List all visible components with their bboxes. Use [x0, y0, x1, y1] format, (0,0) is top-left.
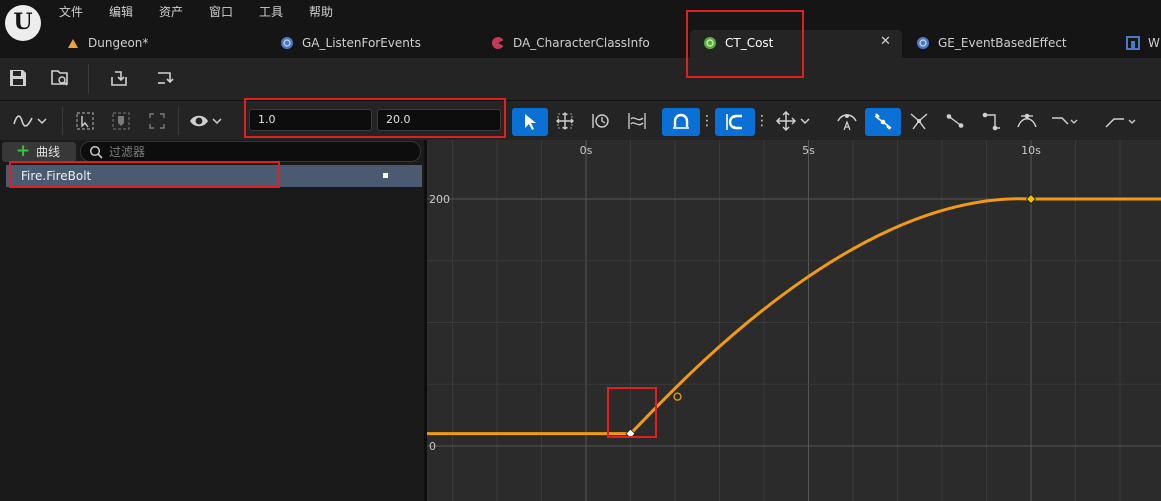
- toolbar-separator: [178, 107, 179, 135]
- chevron-down-icon[interactable]: [210, 110, 224, 132]
- filter-input[interactable]: [109, 143, 409, 160]
- toolbar-separator: [88, 64, 89, 94]
- toolbar-separator: [62, 107, 63, 135]
- search-icon: [89, 145, 103, 159]
- value-tick-label: 200: [429, 193, 450, 206]
- user-tangent-button[interactable]: [865, 108, 901, 136]
- axis-snapping-icon[interactable]: [775, 110, 797, 132]
- curve-graph-canvas[interactable]: 0s 5s 10s 200 0: [427, 140, 1161, 501]
- blueprint-icon: [917, 37, 929, 49]
- unreal-logo-icon[interactable]: U: [5, 5, 41, 41]
- linear-tangent-icon[interactable]: [944, 110, 966, 132]
- eye-icon[interactable]: [188, 110, 210, 132]
- magnet-icon: [673, 113, 689, 129]
- curve-table-icon: [704, 37, 716, 49]
- time-tick-label: 0s: [580, 144, 593, 157]
- menu-help[interactable]: 帮助: [309, 3, 333, 21]
- magnet-vertical-icon: [726, 114, 742, 130]
- tab-label: DA_CharacterClassInfo: [513, 36, 650, 50]
- active-tab-background: [690, 30, 902, 58]
- data-asset-icon: [492, 37, 505, 49]
- curve-import-icon[interactable]: [155, 68, 175, 88]
- time-tick-label: 5s: [802, 144, 815, 157]
- tab-label: GA_ListenForEvents: [302, 36, 421, 50]
- tab-label: GE_EventBasedEffect: [938, 36, 1067, 50]
- select-tool-icon[interactable]: [74, 110, 96, 132]
- curve-name: Fire.FireBolt: [21, 169, 92, 183]
- browse-to-asset-icon[interactable]: [50, 68, 70, 88]
- multi-scale-tool-icon[interactable]: [626, 110, 648, 132]
- snap-value-options-icon[interactable]: ⋮: [755, 110, 769, 134]
- add-curve-label: 曲线: [36, 145, 61, 159]
- frame-tool-icon[interactable]: [146, 110, 168, 132]
- snap-time-options-icon[interactable]: ⋮: [700, 110, 714, 134]
- tab-label: Dungeon*: [88, 36, 149, 50]
- snap-time-button[interactable]: [662, 108, 700, 136]
- post-infinity-extrap-icon[interactable]: [1104, 110, 1138, 132]
- curve-view-mode-icon[interactable]: [12, 110, 34, 132]
- add-curve-button[interactable]: + 曲线: [2, 142, 76, 162]
- save-icon[interactable]: [8, 68, 28, 88]
- menu-tools[interactable]: 工具: [259, 3, 283, 21]
- menu-edit[interactable]: 编辑: [109, 3, 133, 21]
- widget-icon: [1126, 36, 1140, 50]
- value-tick-label: 0: [429, 440, 436, 453]
- curve-visibility-icon[interactable]: [383, 173, 388, 178]
- transform-tool-icon[interactable]: [554, 110, 576, 132]
- cursor-icon: [525, 114, 536, 130]
- select-mode-button[interactable]: [512, 108, 548, 136]
- tab-label: W: [1148, 36, 1160, 50]
- chevron-down-icon[interactable]: [798, 110, 812, 132]
- flatten-tangent-icon[interactable]: [1016, 110, 1038, 132]
- close-tab-icon[interactable]: ✕: [880, 34, 891, 49]
- key-tool-icon[interactable]: [110, 110, 132, 132]
- curve-line: [427, 197, 1161, 436]
- chevron-down-icon[interactable]: [35, 110, 49, 132]
- curve-graph-view[interactable]: 0s 5s 10s 200 0: [427, 140, 1161, 501]
- curve-tree-panel: + 曲线 Fire.FireBolt: [0, 140, 424, 501]
- pre-infinity-extrap-icon[interactable]: [1050, 110, 1078, 132]
- plus-icon: +: [16, 141, 31, 161]
- blueprint-icon: [281, 37, 293, 49]
- retime-tool-icon[interactable]: [590, 110, 612, 132]
- view-range-min-input[interactable]: 1.0: [249, 109, 372, 131]
- level-icon: [68, 39, 78, 48]
- snap-value-button[interactable]: [715, 108, 755, 136]
- filter-box: [80, 141, 421, 162]
- menu-asset[interactable]: 资产: [159, 3, 183, 21]
- time-tick-label: 10s: [1021, 144, 1041, 157]
- break-tangent-icon[interactable]: [908, 110, 930, 132]
- view-range-max-input[interactable]: 20.0: [377, 109, 501, 131]
- auto-tangent-icon[interactable]: [836, 110, 858, 132]
- constant-tangent-icon[interactable]: [980, 110, 1002, 132]
- menu-window[interactable]: 窗口: [209, 3, 233, 21]
- reimport-icon[interactable]: [109, 68, 129, 88]
- curve-list-item[interactable]: Fire.FireBolt: [6, 165, 422, 187]
- tab-label: CT_Cost: [725, 36, 774, 50]
- curve-editor-toolbar: 1.0 20.0 ⋮ ⋮: [0, 100, 1161, 140]
- key-marker: [1025, 193, 1037, 205]
- title-bar: U 文件 编辑 资产 窗口 工具 帮助 Dungeon* GA_ListenFo…: [0, 0, 1161, 58]
- asset-toolbar: [0, 58, 1161, 100]
- user-tangent-icon: [874, 113, 892, 130]
- menu-file[interactable]: 文件: [59, 3, 83, 21]
